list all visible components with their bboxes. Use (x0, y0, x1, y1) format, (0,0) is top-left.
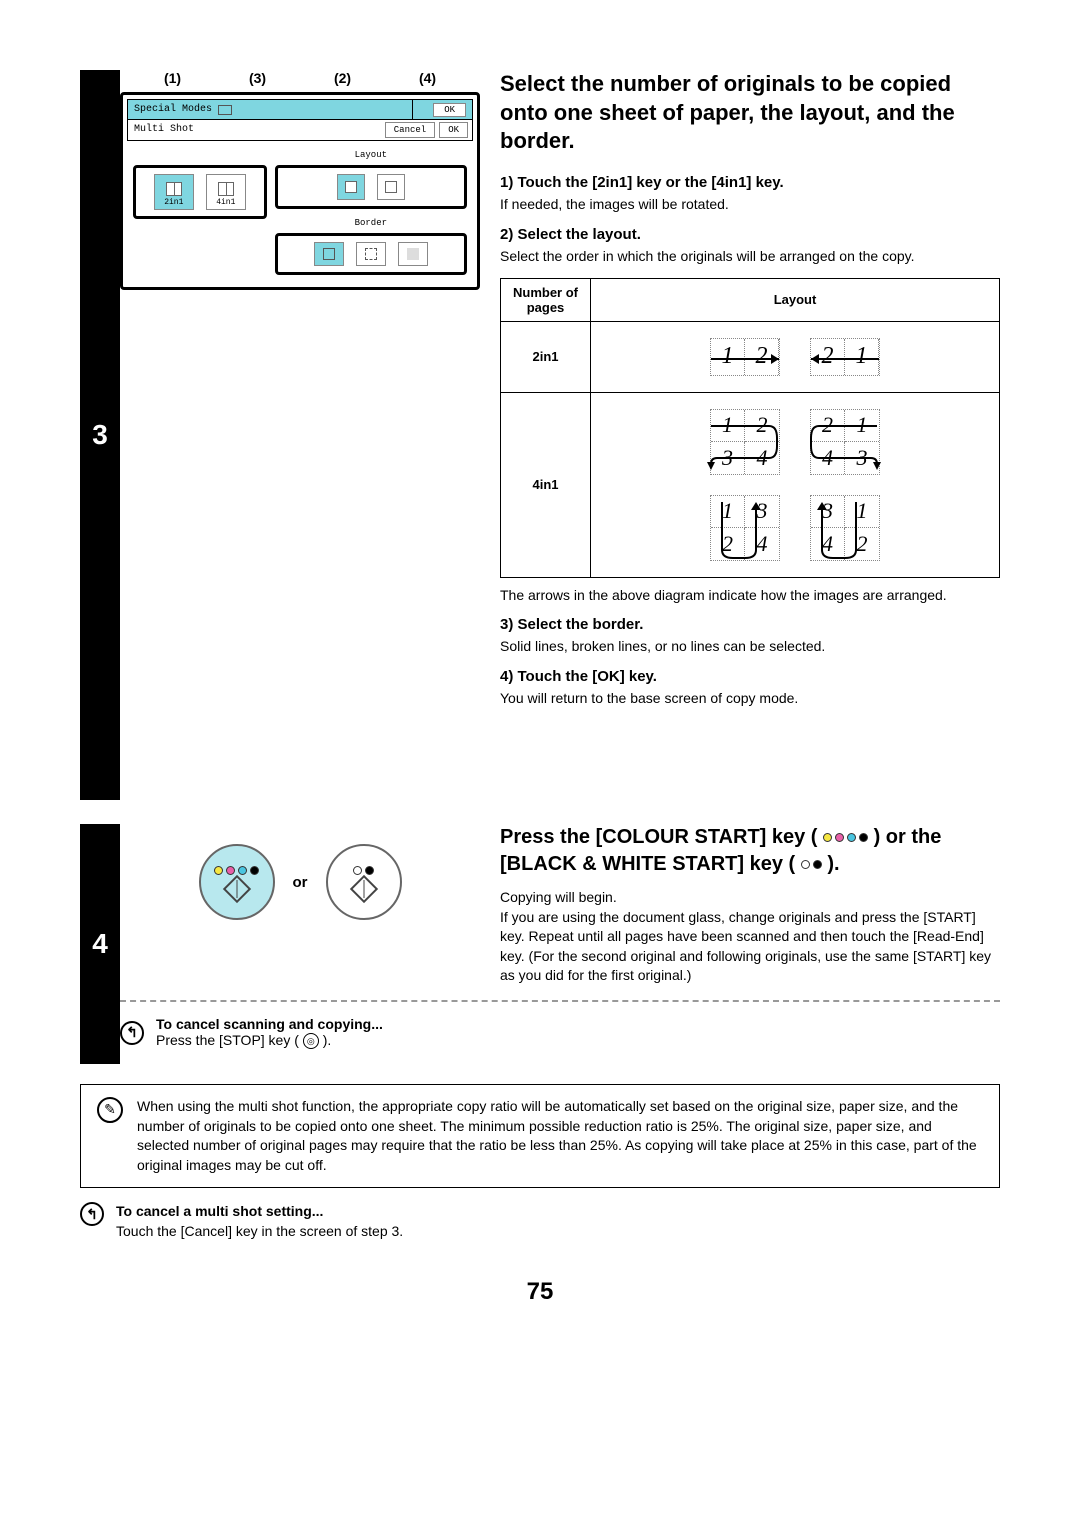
dot-black-icon (813, 860, 822, 869)
layout-option-1[interactable] (337, 174, 365, 200)
start-diamond-icon (349, 874, 377, 902)
dashed-separator (120, 1000, 1000, 1002)
dot-black-icon (365, 866, 374, 875)
cancel-scan-head: To cancel scanning and copying... (156, 1016, 383, 1032)
key-2in1[interactable]: 2in1 (154, 174, 194, 210)
dot-yellow-icon (823, 833, 832, 842)
mode-icon (218, 105, 232, 115)
cancel-multishot-body: Touch the [Cancel] key in the screen of … (116, 1222, 403, 1242)
layout-2in1-rl: 21 (810, 338, 880, 376)
dot-yellow-icon (214, 866, 223, 875)
layout-2in1-lr: 12 (710, 338, 780, 376)
lcd-callouts: (1) (3) (2) (4) (120, 70, 480, 92)
substep-3-body: Solid lines, broken lines, or no lines c… (500, 637, 1000, 656)
callout-2: (2) (300, 70, 385, 86)
ok-button[interactable]: OK (439, 122, 468, 138)
note-box: ✎ When using the multi shot function, th… (80, 1084, 1000, 1188)
step-4-number: 4 (80, 824, 120, 1064)
substep-1-head: 1) Touch the [2in1] key or the [4in1] ke… (500, 174, 1000, 191)
bw-start-button[interactable] (326, 844, 402, 920)
layout-label: Layout (278, 150, 464, 160)
special-modes-bar: Special Modes (127, 99, 413, 120)
back-arrow-icon: ↰ (120, 1021, 144, 1045)
substep-2-head: 2) Select the layout. (500, 226, 1000, 243)
step-3-number: 3 (80, 70, 120, 800)
callout-3: (3) (215, 70, 300, 86)
substep-4-head: 4) Touch the [OK] key. (500, 668, 1000, 685)
key-4in1[interactable]: 4in1 (206, 174, 246, 210)
ok-button-top[interactable]: OK (433, 103, 466, 117)
dot-cyan-icon (847, 833, 856, 842)
dot-magenta-icon (226, 866, 235, 875)
dot-black-icon (859, 833, 868, 842)
step4-body2: If you are using the document glass, cha… (500, 908, 1000, 986)
substep-2-body: Select the order in which the originals … (500, 247, 1000, 266)
callout-4: (4) (385, 70, 470, 86)
dot-magenta-icon (835, 833, 844, 842)
th-pages: Number of pages (501, 278, 591, 321)
border-solid[interactable] (314, 242, 344, 266)
layout-4in1-zr: 2143 (810, 409, 880, 475)
layout-4in1-z: 1234 (710, 409, 780, 475)
multi-shot-label: Multi Shot (128, 120, 381, 140)
border-none[interactable] (398, 242, 428, 266)
page-number: 75 (80, 1278, 1000, 1306)
cancel-multishot-head: To cancel a multi shot setting... (116, 1202, 403, 1222)
colour-start-button[interactable] (199, 844, 275, 920)
nin1-group: 2in1 4in1 (133, 165, 267, 219)
layout-4in1-n: 1324 (710, 495, 780, 561)
step4-body1: Copying will begin. (500, 888, 1000, 908)
border-dashed[interactable] (356, 242, 386, 266)
substep-3-head: 3) Select the border. (500, 616, 1000, 633)
layout-4in1-nr: 3142 (810, 495, 880, 561)
pencil-icon: ✎ (97, 1097, 123, 1123)
stop-key-icon: ◎ (303, 1033, 319, 1049)
arrows-caption: The arrows in the above diagram indicate… (500, 586, 1000, 605)
layout-group: Layout (275, 165, 467, 209)
lcd-panel: Special Modes OK Multi Shot Cancel OK (120, 92, 480, 290)
layout-option-2[interactable] (377, 174, 405, 200)
callout-1: (1) (130, 70, 215, 86)
dot-black-icon (250, 866, 259, 875)
cancel-scan-body: Press the [STOP] key ( ◎ ). (156, 1032, 383, 1049)
step3-heading: Select the number of originals to be cop… (500, 70, 1000, 156)
dot-white-icon (801, 860, 810, 869)
th-layout: Layout (591, 278, 1000, 321)
step4-heading: Press the [COLOUR START] key ( ) or the … (500, 824, 1000, 878)
border-label: Border (278, 218, 464, 228)
border-group: Border (275, 233, 467, 275)
substep-1-body: If needed, the images will be rotated. (500, 195, 1000, 214)
cancel-button[interactable]: Cancel (385, 122, 435, 138)
row-2in1-label: 2in1 (501, 321, 591, 392)
row-4in1-label: 4in1 (501, 392, 591, 577)
or-text: or (293, 874, 308, 891)
dot-white-icon (353, 866, 362, 875)
substep-4-body: You will return to the base screen of co… (500, 689, 1000, 708)
dot-cyan-icon (238, 866, 247, 875)
layout-table: Number of pages Layout 2in1 12 (500, 278, 1000, 578)
start-diamond-icon (222, 874, 250, 902)
back-arrow-icon: ↰ (80, 1202, 104, 1226)
note-text: When using the multi shot function, the … (137, 1097, 983, 1175)
